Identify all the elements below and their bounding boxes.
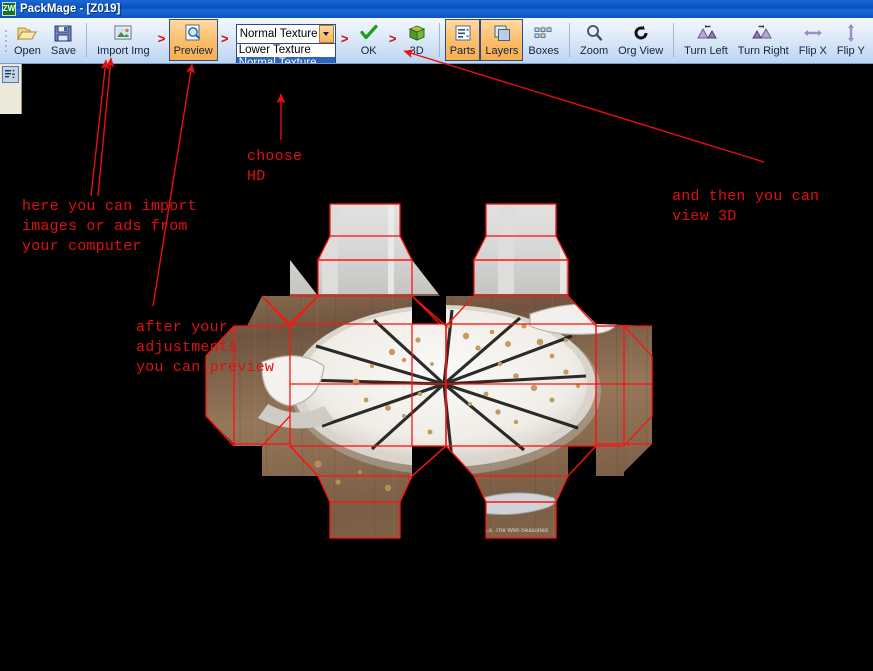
step-arrow-2: > xyxy=(220,31,229,46)
boxes-grid-icon xyxy=(532,22,556,44)
flip-x-label: Flip X xyxy=(798,45,827,57)
step-arrow-1: > xyxy=(157,31,166,46)
design-canvas[interactable]: a.k. The Well-Seasoned xyxy=(0,64,873,671)
parts-button[interactable]: Parts xyxy=(444,19,481,61)
texture-combo[interactable]: Normal Texture xyxy=(235,24,336,44)
import-img-label: Import Img xyxy=(97,45,150,57)
import-img-button[interactable]: Import Img xyxy=(92,19,155,61)
toolbar-separator-4 xyxy=(673,23,675,57)
parts-label: Parts xyxy=(449,45,476,57)
ok-button[interactable]: OK xyxy=(352,19,386,61)
texture-option-lower[interactable]: Lower Texture xyxy=(237,44,335,57)
floppy-disk-icon xyxy=(53,22,73,44)
flip-x-icon xyxy=(802,22,824,44)
flip-y-label: Flip Y xyxy=(836,45,865,57)
magnifier-page-icon xyxy=(183,22,203,44)
magnifier-icon xyxy=(584,22,604,44)
rotate-arrow-icon xyxy=(631,22,651,44)
chevron-down-icon[interactable] xyxy=(318,25,334,43)
annotation-hd-note: choose HD xyxy=(247,148,303,185)
preview-button[interactable]: Preview xyxy=(168,19,218,61)
texture-combo-list[interactable]: Lower Texture Normal Texture High Textur… xyxy=(235,44,336,63)
save-label: Save xyxy=(50,45,76,57)
flip-x-button[interactable]: Flip X xyxy=(794,19,832,61)
toolbar-separator-3 xyxy=(569,23,570,57)
texture-option-normal[interactable]: Normal Texture xyxy=(236,57,335,63)
boxes-label: Boxes xyxy=(528,45,559,57)
zoom-label: Zoom xyxy=(580,45,609,57)
annotation-import-note: here you can import images or ads from y… xyxy=(22,198,197,255)
preview-label: Preview xyxy=(173,45,213,57)
toolbar-separator-2 xyxy=(438,23,440,57)
flip-y-icon xyxy=(843,22,859,44)
carton-texture-fill xyxy=(206,204,652,538)
green-box-icon xyxy=(406,22,428,44)
org-view-label: Org View xyxy=(618,45,664,57)
step-arrow-3: > xyxy=(340,31,349,46)
texture-combo-value: Normal Texture xyxy=(239,28,318,40)
annotation-view3d-note: and then you can view 3D xyxy=(672,188,820,225)
ok-label: OK xyxy=(360,45,377,57)
layers-stack-icon xyxy=(492,22,512,44)
annotation-preview-note: after your adjustments you can preview xyxy=(136,319,275,376)
open-button[interactable]: Open xyxy=(9,19,46,61)
3d-label: 3D xyxy=(409,45,424,57)
org-view-button[interactable]: Org View xyxy=(613,19,668,61)
toolbar-separator xyxy=(86,23,87,57)
turn-left-icon xyxy=(694,22,718,44)
save-button[interactable]: Save xyxy=(46,19,81,61)
turn-left-button[interactable]: Turn Left xyxy=(679,19,733,61)
turn-right-icon xyxy=(751,22,775,44)
texture-combo-wrap: Normal Texture Lower Texture Normal Text… xyxy=(235,24,336,63)
layers-label: Layers xyxy=(485,45,519,57)
window-title: PackMage - [Z019] xyxy=(20,3,121,15)
open-label: Open xyxy=(14,45,41,57)
boxes-button[interactable]: Boxes xyxy=(523,19,564,61)
list-parts-icon xyxy=(453,22,473,44)
turn-right-label: Turn Right xyxy=(737,45,789,57)
title-bar: ZW PackMage - [Z019] xyxy=(0,0,873,18)
toolbar-grip[interactable] xyxy=(2,18,9,63)
zoom-button[interactable]: Zoom xyxy=(575,19,613,61)
open-folder-icon xyxy=(16,22,38,44)
picture-icon xyxy=(112,22,134,44)
3d-button[interactable]: 3D xyxy=(400,19,434,61)
flip-y-button[interactable]: Flip Y xyxy=(832,19,870,61)
zw-app-icon: ZW xyxy=(2,2,16,16)
turn-right-button[interactable]: Turn Right xyxy=(733,19,794,61)
green-check-icon xyxy=(359,22,379,44)
main-toolbar: Open Save Import Img > Preview > Normal … xyxy=(0,18,873,64)
step-arrow-4: > xyxy=(388,31,397,46)
turn-left-label: Turn Left xyxy=(684,45,728,57)
layers-button[interactable]: Layers xyxy=(480,19,524,61)
packmage-window: ZW PackMage - [Z019] Open Save Import Im… xyxy=(0,0,873,671)
carton-dieline-artwork[interactable]: a.k. The Well-Seasoned xyxy=(0,64,873,671)
